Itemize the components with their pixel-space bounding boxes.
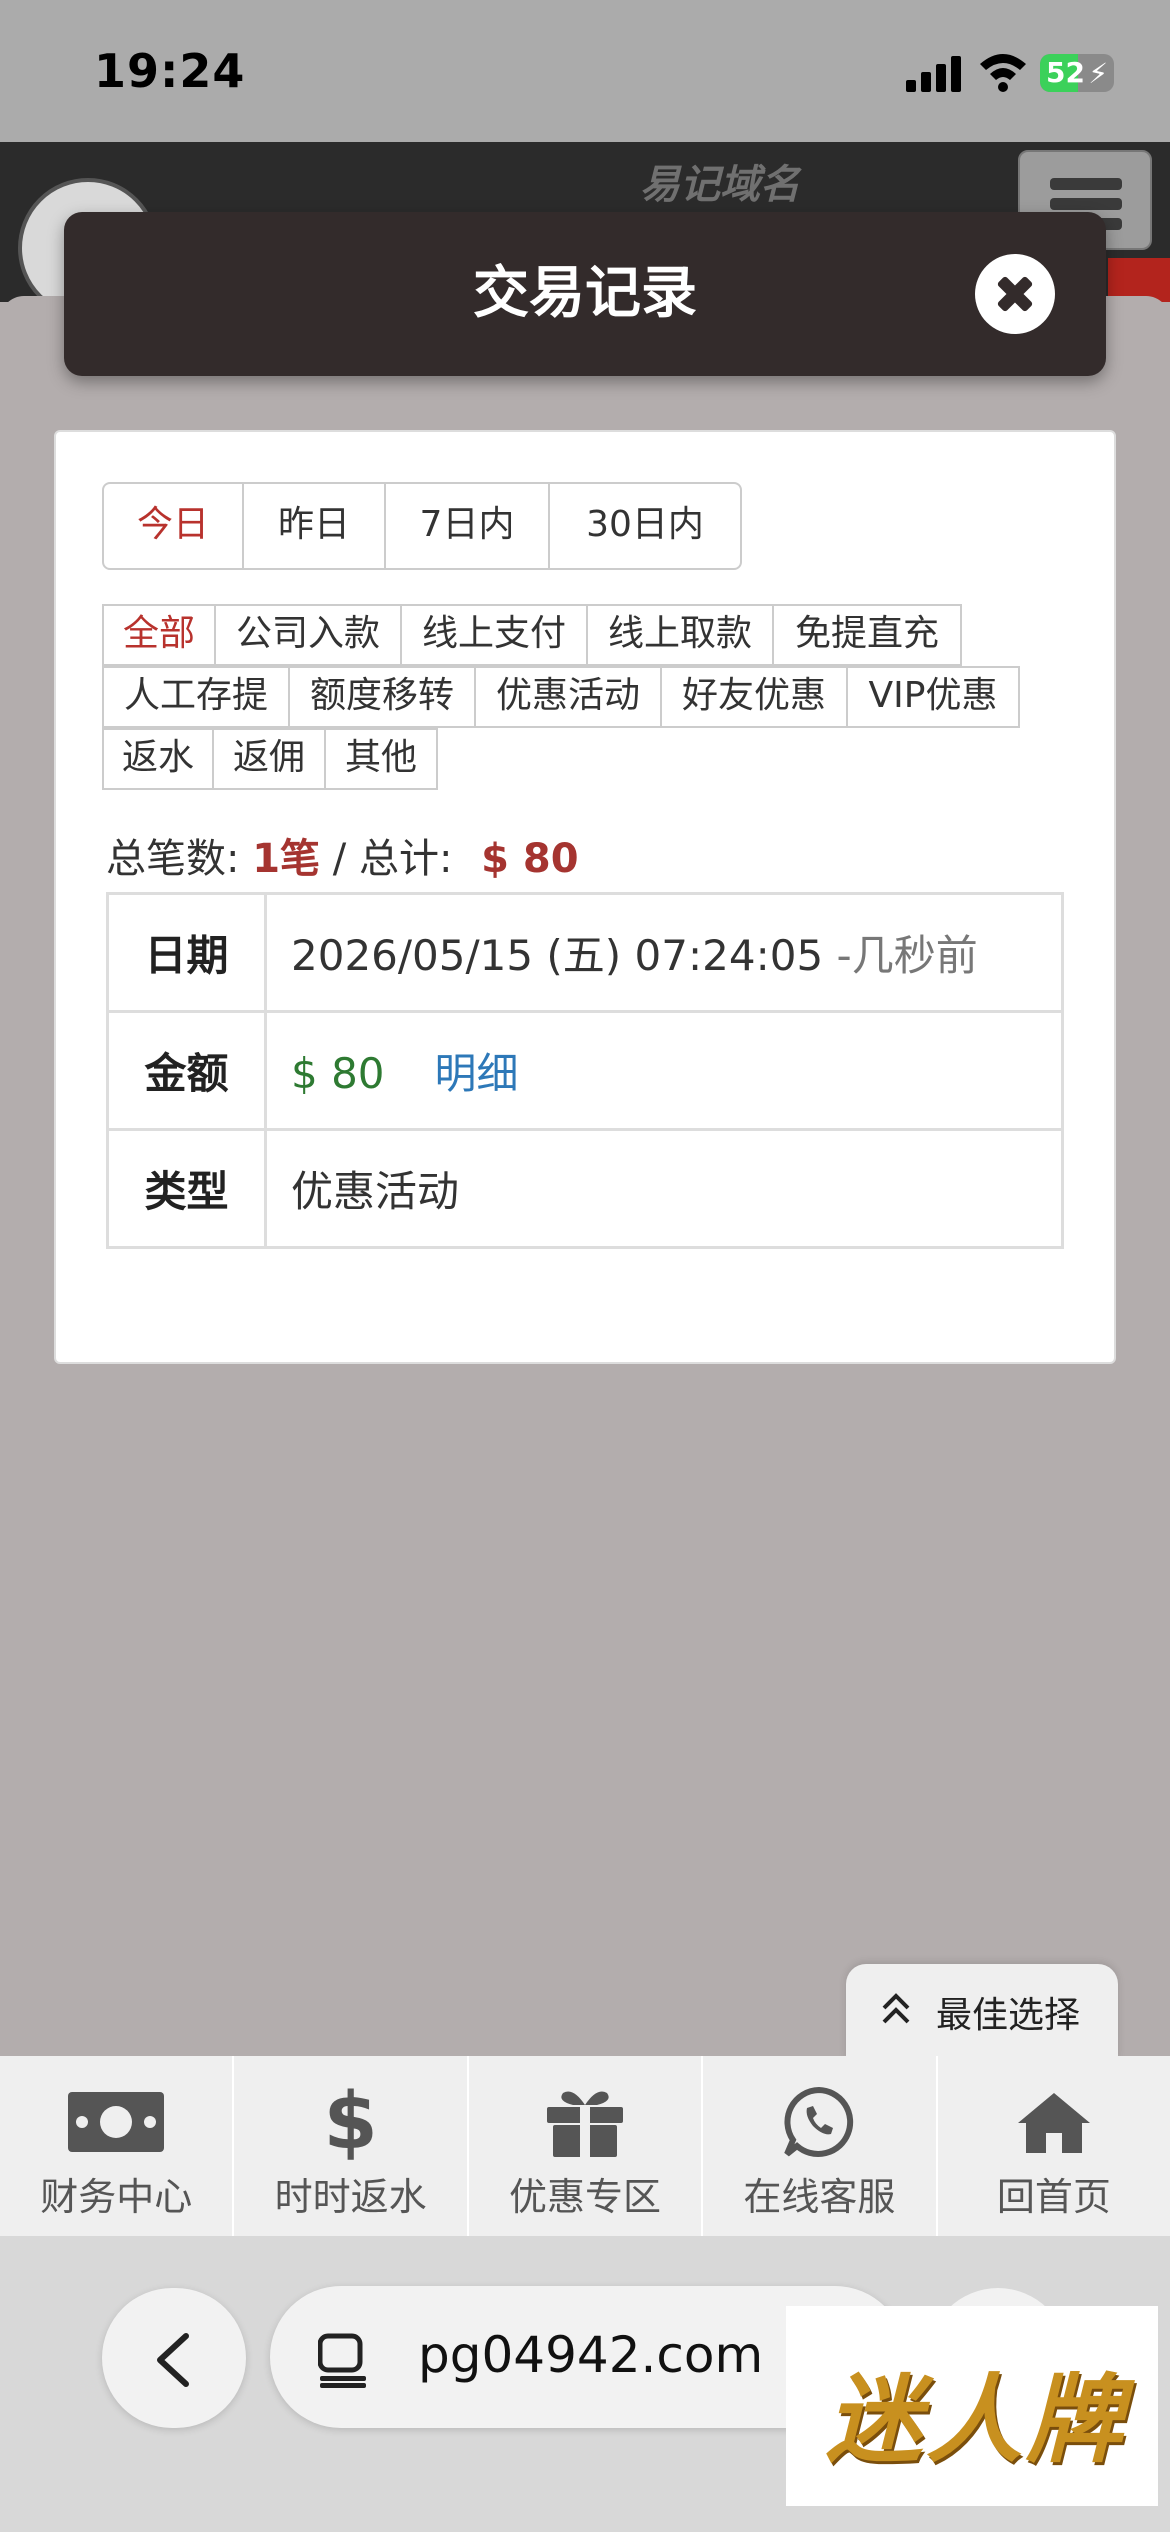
nav-customer-service[interactable]: 在线客服 [703,2056,938,2236]
summary-separator: / [320,836,359,882]
table-row: 类型 优惠活动 [106,1128,1064,1249]
nav-home[interactable]: 回首页 [938,2056,1170,2236]
period-filter: 今日 昨日 7日内 30日内 [102,482,742,570]
total-label: 总计: [358,836,453,882]
total-value: $ 80 [481,836,579,882]
type-all[interactable]: 全部 [104,606,216,664]
back-button[interactable] [102,2288,246,2428]
record-table: 日期 2026/05/15 (五) 07:24:05 -几秒前 金额 $ 80 明… [106,892,1064,1249]
nav-label: 时时返水 [274,2175,427,2219]
bottom-nav: 财务中心 $ 时时返水 优惠专区 在线客服 回首页 [0,2056,1170,2236]
table-row: 金额 $ 80 明细 [106,1010,1064,1131]
type-filter-row-3: 返水 返佣 其他 [102,728,438,790]
type-online-withdraw[interactable]: 线上取款 [588,606,774,664]
page-settings-icon[interactable] [318,2332,368,2388]
type-direct-recharge[interactable]: 免提直充 [774,606,960,664]
battery-icon: 52 ⚡ [1040,54,1114,92]
type-other[interactable]: 其他 [326,730,436,788]
nav-rebate[interactable]: $ 时时返水 [234,2056,469,2236]
dollar-icon: $ [323,2077,378,2167]
type-promotions[interactable]: 优惠活动 [476,668,662,726]
best-choice-button[interactable]: 最佳选择 [846,1964,1118,2060]
type-manual-deposit[interactable]: 人工存提 [104,668,290,726]
type-friend-bonus[interactable]: 好友优惠 [662,668,848,726]
nav-label: 财务中心 [40,2175,193,2219]
status-time: 19:24 [94,44,246,98]
gift-icon [469,2086,701,2158]
count-value: 1笔 [252,836,321,882]
chevron-up-icon [882,1993,910,2024]
type-key: 类型 [106,1128,267,1249]
charging-icon: ⚡ [1088,57,1108,90]
close-icon[interactable] [975,254,1055,334]
type-vip-bonus[interactable]: VIP优惠 [848,668,1018,726]
amount-key: 金额 [106,1010,267,1131]
date-cell: 2026/05/15 (五) 07:24:05 -几秒前 [264,892,1064,1013]
period-30days[interactable]: 30日内 [550,484,740,568]
chevron-left-icon [157,2333,189,2387]
home-icon [938,2086,1170,2158]
nav-finance-center[interactable]: 财务中心 [0,2056,235,2236]
nav-promotions[interactable]: 优惠专区 [469,2056,704,2236]
nav-label: 在线客服 [743,2175,896,2219]
type-rebate[interactable]: 返水 [104,730,214,788]
wifi-icon [980,54,1026,92]
detail-link[interactable]: 明细 [435,1049,519,1098]
count-label: 总笔数: [106,836,240,882]
type-commission[interactable]: 返佣 [214,730,326,788]
money-icon [0,2086,232,2158]
date-key: 日期 [106,892,267,1013]
date-value: 2026/05/15 (五) 07:24:05 [291,931,824,980]
amount-value: $ 80 [291,1049,385,1098]
watermark-text: 迷人牌 [826,2364,1126,2476]
battery-percent: 52 [1046,56,1085,89]
best-choice-label: 最佳选择 [936,1995,1081,2036]
watermark-logo: 迷人牌 [786,2306,1158,2506]
signal-icon [906,56,961,92]
whatsapp-icon [703,2086,935,2158]
date-ago: -几秒前 [823,931,978,980]
nav-label: 回首页 [996,2175,1111,2219]
url-text[interactable]: pg04942.com [418,2326,763,2384]
amount-cell: $ 80 明细 [264,1010,1064,1131]
records-summary: 总笔数: 1笔 / 总计: $ 80 [106,826,579,884]
period-7days[interactable]: 7日内 [386,484,550,568]
type-online-payment[interactable]: 线上支付 [402,606,588,664]
type-value: 优惠活动 [264,1128,1064,1249]
type-filter-row-2: 人工存提 额度移转 优惠活动 好友优惠 VIP优惠 [102,666,1020,728]
period-today[interactable]: 今日 [104,484,244,568]
modal-title: 交易记录 [473,261,697,326]
table-row: 日期 2026/05/15 (五) 07:24:05 -几秒前 [106,892,1064,1013]
nav-label: 优惠专区 [509,2175,662,2219]
period-yesterday[interactable]: 昨日 [244,484,386,568]
type-filter-row-1: 全部 公司入款 线上支付 线上取款 免提直充 [102,604,962,666]
type-credit-transfer[interactable]: 额度移转 [290,668,476,726]
type-company-deposit[interactable]: 公司入款 [216,606,402,664]
site-domain-label: 易记域名 [640,162,800,208]
